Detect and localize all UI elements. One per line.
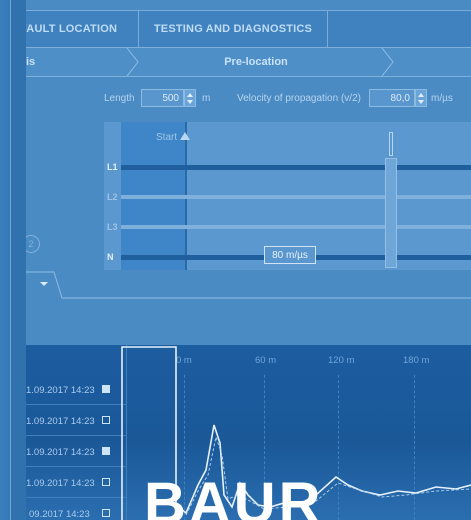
device-photo: FAULT LOCATION TESTING AND DIAGNOSTICS i… [0, 0, 471, 520]
length-spinner-icon[interactable] [184, 89, 196, 107]
device-screen: FAULT LOCATION TESTING AND DIAGNOSTICS i… [26, 0, 471, 520]
line-label-l2: L2 [107, 192, 118, 202]
step-pre-location[interactable]: Pre-location [176, 48, 336, 76]
conductor-l1[interactable] [121, 165, 471, 170]
velocity-badge[interactable]: 80 m/µs [264, 246, 316, 264]
line-label-l1: L1 [107, 162, 118, 172]
step-chevron-icon [126, 48, 139, 76]
parameter-row: Length 500 m Velocity of propagation (v/… [26, 86, 471, 112]
cable-diagram[interactable]: Start L1 L2 L3 N 80 m/µs [104, 122, 471, 272]
step-analysis[interactable]: is [26, 48, 35, 76]
circle-number-icon[interactable]: 2 [26, 235, 40, 253]
velocity-field[interactable]: 80,0 [369, 89, 415, 107]
up-triangle-icon[interactable] [180, 132, 190, 140]
start-label: Start [156, 132, 178, 143]
conductor-l2[interactable] [121, 195, 471, 199]
length-unit: m [202, 93, 211, 104]
conductor-l3[interactable] [121, 225, 471, 229]
main-tab-bar: FAULT LOCATION TESTING AND DIAGNOSTICS [26, 10, 471, 48]
device-bezel-edge [10, 0, 27, 520]
dropdown-icon[interactable] [40, 282, 48, 286]
tab-outline [26, 271, 471, 299]
fault-marker[interactable] [385, 158, 397, 268]
marker-handle-icon[interactable] [389, 132, 393, 156]
velocity-unit: m/µs [431, 93, 453, 104]
velocity-label: Velocity of propagation (v/2) [237, 93, 361, 104]
tab-testing-diagnostics[interactable]: TESTING AND DIAGNOSTICS [139, 11, 328, 47]
step-chevron-icon [381, 48, 394, 76]
brand-logo: BAUR [144, 471, 324, 520]
tab-fault-location[interactable]: FAULT LOCATION [26, 11, 139, 47]
length-field[interactable]: 500 [141, 89, 184, 107]
line-label-l3: L3 [107, 222, 118, 232]
velocity-spinner-icon[interactable] [415, 89, 427, 107]
length-label: Length [104, 93, 135, 104]
line-label-n: N [107, 252, 114, 262]
workflow-step-bar: is Pre-location [26, 48, 471, 77]
